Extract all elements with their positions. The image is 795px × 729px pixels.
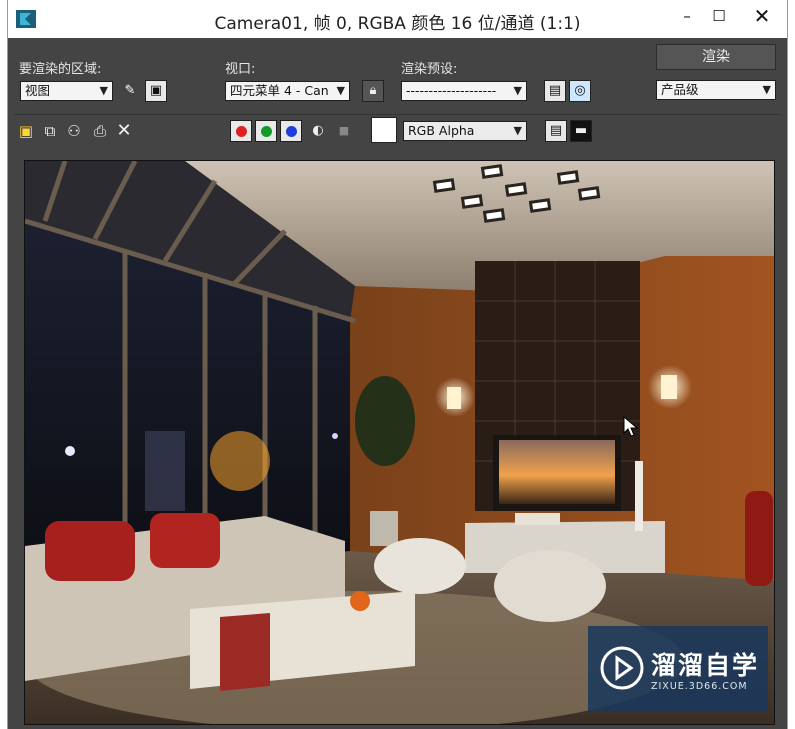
- render-quality-value: 产品级: [661, 82, 699, 97]
- lock-icon[interactable]: 🔒︎: [362, 80, 384, 102]
- render-button[interactable]: 渲染: [656, 44, 776, 70]
- close-button[interactable]: ✕: [739, 6, 785, 26]
- display-correction-icon[interactable]: ▤: [545, 120, 567, 142]
- green-dot-icon: [261, 126, 272, 137]
- watermark-logo: 溜溜自学 ZIXUE.3D66.COM: [588, 626, 768, 712]
- edit-region-icon[interactable]: ✎: [119, 80, 141, 102]
- maximize-button[interactable]: ☐: [707, 6, 731, 26]
- clear-icon[interactable]: ✕: [114, 121, 134, 141]
- render-preset-label: 渲染预设:: [401, 62, 458, 77]
- title-bar[interactable]: Camera01, 帧 0, RGBA 颜色 16 位/通道 (1:1) – ☐…: [8, 0, 787, 38]
- toolbar-divider: [14, 114, 781, 115]
- window-title: Camera01, 帧 0, RGBA 颜色 16 位/通道 (1:1): [214, 14, 581, 34]
- auto-region-icon[interactable]: ▣: [145, 80, 167, 102]
- watermark-name: 溜溜自学: [651, 651, 760, 680]
- channel-display-value: RGB Alpha: [408, 123, 475, 138]
- green-channel-toggle[interactable]: [255, 120, 277, 142]
- chevron-down-icon: ▼: [513, 84, 522, 97]
- watermark-url: ZIXUE.3D66.COM: [651, 681, 748, 692]
- copy-image-icon[interactable]: ⧉: [40, 121, 60, 141]
- environment-icon[interactable]: ◎: [569, 80, 591, 102]
- clone-window-icon[interactable]: ⚇: [64, 121, 84, 141]
- frame-buffer-icon[interactable]: ▬: [570, 120, 592, 142]
- blue-dot-icon: [286, 126, 297, 137]
- red-channel-toggle[interactable]: [230, 120, 252, 142]
- color-swatch[interactable]: [371, 117, 397, 143]
- mouse-cursor-icon: [623, 416, 639, 437]
- chevron-down-icon: ▼: [99, 84, 108, 97]
- viewport-label: 视口:: [225, 62, 256, 77]
- red-dot-icon: [236, 126, 247, 137]
- rendered-image-viewport[interactable]: 溜溜自学 ZIXUE.3D66.COM: [24, 160, 775, 725]
- render-preset-value: --------------------: [406, 83, 497, 98]
- mono-toggle-icon[interactable]: ◐: [308, 121, 328, 141]
- minimize-button[interactable]: –: [675, 6, 699, 26]
- area-to-render-dropdown[interactable]: 视图 ▼: [20, 81, 113, 101]
- print-icon[interactable]: ⎙: [90, 121, 110, 141]
- viewport-dropdown[interactable]: 四元菜单 4 - Can ▼: [225, 81, 350, 101]
- save-image-icon[interactable]: ▣: [16, 121, 36, 141]
- render-controls-panel: 要渲染的区域: 视图 ▼ ✎ ▣ 视口: 四元菜单 4 - Can ▼ 🔒︎ 渲…: [14, 38, 781, 150]
- channel-display-dropdown[interactable]: RGB Alpha ▼: [403, 121, 527, 141]
- chevron-down-icon: ▼: [762, 83, 771, 96]
- area-to-render-value: 视图: [25, 83, 51, 98]
- area-to-render-label: 要渲染的区域:: [19, 62, 102, 77]
- alpha-toggle-icon[interactable]: ■: [334, 121, 354, 141]
- render-frame-window: Camera01, 帧 0, RGBA 颜色 16 位/通道 (1:1) – ☐…: [8, 0, 787, 729]
- chevron-down-icon: ▼: [336, 84, 345, 97]
- chevron-down-icon: ▼: [513, 124, 522, 137]
- render-quality-dropdown[interactable]: 产品级 ▼: [656, 80, 776, 100]
- render-preset-dropdown[interactable]: -------------------- ▼: [401, 81, 527, 101]
- preset-load-icon[interactable]: ▤: [544, 80, 566, 102]
- blue-channel-toggle[interactable]: [280, 120, 302, 142]
- viewport-value: 四元菜单 4 - Can: [230, 83, 329, 98]
- play-logo-icon: [600, 646, 644, 690]
